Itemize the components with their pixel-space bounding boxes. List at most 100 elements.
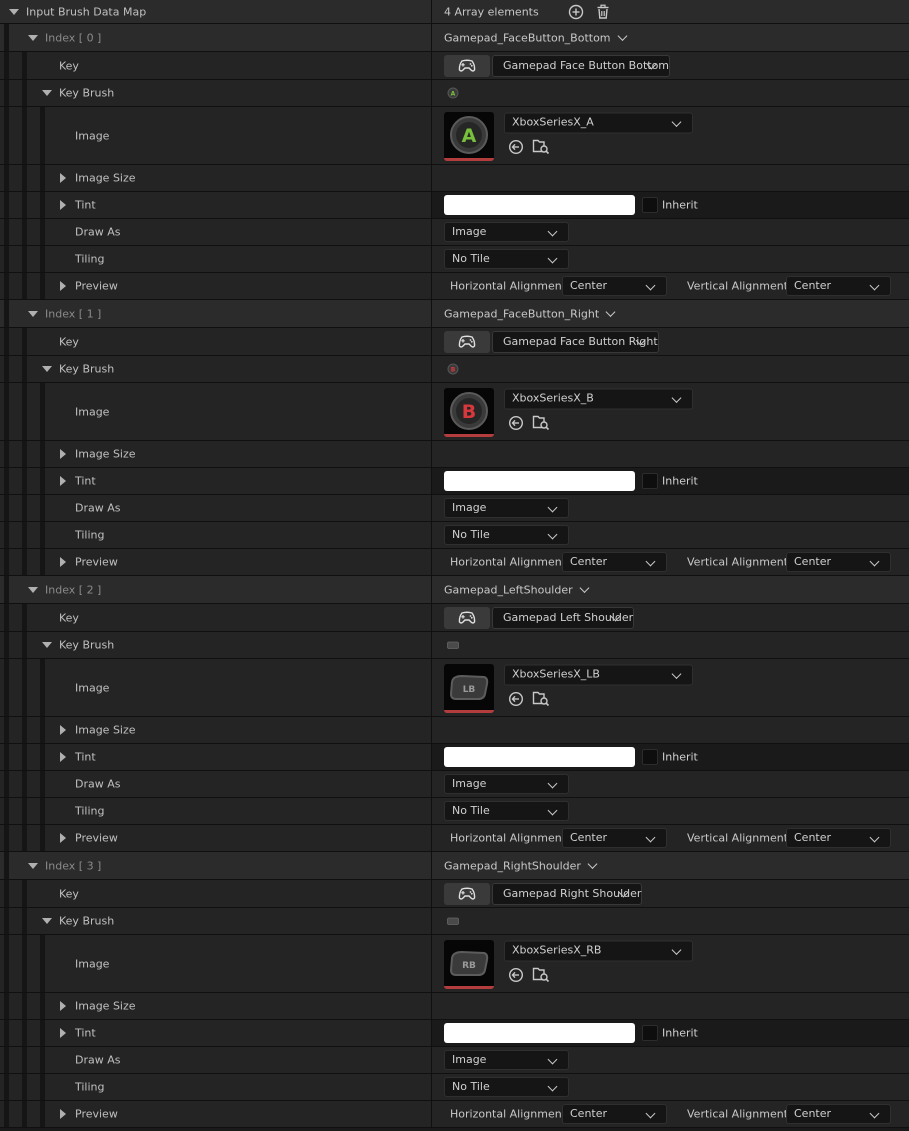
tiling-combo[interactable]: No Tile <box>444 1077 569 1097</box>
array-count: 4 Array elements <box>444 5 539 18</box>
expand-arrow-icon[interactable] <box>60 449 66 459</box>
horizontal-alignment-combo[interactable]: Center <box>562 1104 667 1124</box>
browse-asset-icon[interactable] <box>532 690 550 707</box>
expand-arrow-icon[interactable] <box>9 8 19 15</box>
expand-arrow-icon[interactable] <box>60 1001 66 1011</box>
key-label: Key <box>59 887 79 900</box>
key-selector-button[interactable] <box>444 54 490 77</box>
expand-arrow-icon[interactable] <box>60 725 66 735</box>
key-selector-button[interactable] <box>444 882 490 905</box>
draw-as-combo[interactable]: Image <box>444 774 569 794</box>
tiling-combo[interactable]: No Tile <box>444 801 569 821</box>
expand-arrow-icon[interactable] <box>60 1109 66 1119</box>
inherit-checkbox[interactable] <box>642 197 658 213</box>
tint-row: Tint Inherit <box>0 744 909 771</box>
chevron-down-icon <box>547 502 558 513</box>
name-column: Index [ 2 ] <box>0 576 432 603</box>
chevron-down-icon <box>547 529 558 540</box>
key-name-value[interactable]: Gamepad_FaceButton_Bottom <box>444 30 627 44</box>
inherit-checkbox[interactable] <box>642 749 658 765</box>
vertical-alignment-combo[interactable]: Center <box>786 276 891 296</box>
image-label: Image <box>75 681 110 694</box>
expand-arrow-icon[interactable] <box>60 281 66 291</box>
expand-arrow-icon[interactable] <box>60 557 66 567</box>
preview-label: Preview <box>75 1107 118 1121</box>
image-asset-combo[interactable]: XboxSeriesX_B <box>504 388 693 410</box>
draw-as-combo[interactable]: Image <box>444 1050 569 1070</box>
brush-preview-icon <box>447 917 459 925</box>
inherit-checkbox[interactable] <box>642 1025 658 1041</box>
expand-arrow-icon[interactable] <box>42 642 52 648</box>
browse-asset-icon[interactable] <box>532 966 550 983</box>
browse-asset-icon[interactable] <box>532 138 550 155</box>
image-row: Image RB XboxSeriesX_RB <box>0 935 909 993</box>
key-selector-button[interactable] <box>444 606 490 629</box>
horizontal-alignment-label: Horizontal Alignment <box>450 555 567 569</box>
key-combo[interactable]: Gamepad Left Shoulder <box>492 606 635 629</box>
key-combo[interactable]: Gamepad Face Button Bottom <box>492 54 671 77</box>
expand-arrow-icon[interactable] <box>60 833 66 843</box>
vertical-alignment-label: Vertical Alignment <box>687 831 789 845</box>
browse-asset-icon[interactable] <box>532 414 550 431</box>
key-name-value[interactable]: Gamepad_RightShoulder <box>444 858 598 872</box>
expand-arrow-icon[interactable] <box>42 366 52 372</box>
chevron-down-icon <box>605 306 616 317</box>
key-label: Key <box>59 611 79 624</box>
key-combo[interactable]: Gamepad Right Shoulder <box>492 882 643 905</box>
horizontal-alignment-combo[interactable]: Center <box>562 828 667 848</box>
gamepad-icon <box>458 611 476 624</box>
image-thumbnail[interactable]: A <box>444 112 494 161</box>
tint-color-swatch[interactable] <box>444 1023 635 1043</box>
key-name-value[interactable]: Gamepad_LeftShoulder <box>444 582 590 596</box>
tint-color-swatch[interactable] <box>444 747 635 767</box>
inherit-checkbox[interactable] <box>642 473 658 489</box>
key-selector-button[interactable] <box>444 330 490 353</box>
chevron-down-icon <box>869 556 880 567</box>
image-size-label: Image Size <box>75 447 136 461</box>
expand-arrow-icon[interactable] <box>28 34 38 41</box>
trash-icon[interactable] <box>595 4 611 20</box>
chevron-down-icon <box>547 1054 558 1065</box>
image-asset-combo[interactable]: XboxSeriesX_A <box>504 112 693 134</box>
chevron-down-icon <box>547 1081 558 1092</box>
vertical-alignment-combo[interactable]: Center <box>786 1104 891 1124</box>
key-name-value[interactable]: Gamepad_FaceButton_Right <box>444 306 616 320</box>
image-thumbnail[interactable]: RB <box>444 940 494 989</box>
use-selected-asset-icon[interactable] <box>508 967 524 983</box>
image-asset-combo[interactable]: XboxSeriesX_RB <box>504 940 693 962</box>
expand-arrow-icon[interactable] <box>42 918 52 924</box>
key-combo[interactable]: Gamepad Face Button Right <box>492 330 659 353</box>
tiling-combo[interactable]: No Tile <box>444 249 569 269</box>
horizontal-alignment-combo[interactable]: Center <box>562 552 667 572</box>
draw-as-combo[interactable]: Image <box>444 498 569 518</box>
use-selected-asset-icon[interactable] <box>508 139 524 155</box>
vertical-alignment-combo[interactable]: Center <box>786 552 891 572</box>
array-element-header: Index [ 3 ] Gamepad_RightShoulder <box>0 852 909 880</box>
tint-color-swatch[interactable] <box>444 195 635 215</box>
gamepad-icon <box>458 59 476 72</box>
image-thumbnail[interactable]: LB <box>444 664 494 713</box>
vertical-alignment-combo[interactable]: Center <box>786 828 891 848</box>
image-size-label: Image Size <box>75 723 136 737</box>
image-asset-combo[interactable]: XboxSeriesX_LB <box>504 664 693 686</box>
image-thumbnail[interactable]: B <box>444 388 494 437</box>
draw-as-combo[interactable]: Image <box>444 222 569 242</box>
use-selected-asset-icon[interactable] <box>508 691 524 707</box>
array-element-header: Index [ 2 ] Gamepad_LeftShoulder <box>0 576 909 604</box>
use-selected-asset-icon[interactable] <box>508 415 524 431</box>
expand-arrow-icon[interactable] <box>42 90 52 96</box>
key-brush-label: Key Brush <box>59 362 115 376</box>
expand-arrow-icon[interactable] <box>28 586 38 593</box>
horizontal-alignment-combo[interactable]: Center <box>562 276 667 296</box>
expand-arrow-icon[interactable] <box>60 173 66 183</box>
key-brush-row: Key Brush <box>0 632 909 659</box>
horizontal-alignment-label: Horizontal Alignment <box>450 279 567 293</box>
chevron-down-icon <box>579 582 590 593</box>
add-icon[interactable] <box>568 4 584 20</box>
expand-arrow-icon[interactable] <box>28 310 38 317</box>
image-label: Image <box>75 405 110 418</box>
draw-as-label: Draw As <box>75 777 121 791</box>
tiling-combo[interactable]: No Tile <box>444 525 569 545</box>
tint-color-swatch[interactable] <box>444 471 635 491</box>
expand-arrow-icon[interactable] <box>28 862 38 869</box>
